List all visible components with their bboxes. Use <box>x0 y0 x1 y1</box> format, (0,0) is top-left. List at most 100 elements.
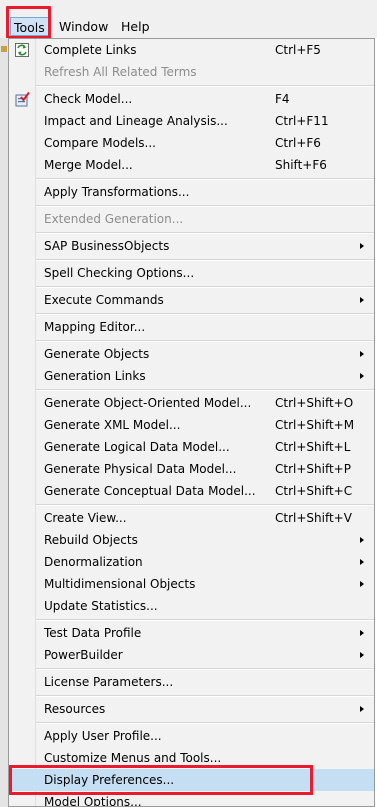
menu-item-denormalization[interactable]: Denormalization <box>9 551 374 573</box>
menu-item-label: Generate Object-Oriented Model... <box>44 396 252 410</box>
menu-item-label: Check Model... <box>44 92 133 106</box>
menu-item-shortcut: Ctrl+Shift+V <box>275 511 352 525</box>
menu-separator <box>36 389 374 391</box>
menu-item-compare-models[interactable]: Compare Models... Ctrl+F6 <box>9 132 374 154</box>
menu-item-label: Apply Transformations... <box>44 185 190 199</box>
menu-item-label: Generate Physical Data Model... <box>44 462 237 476</box>
menu-item-shortcut: Ctrl+Shift+L <box>275 440 351 454</box>
menu-item-generate-objects[interactable]: Generate Objects <box>9 343 374 365</box>
menu-item-sap-businessobjects[interactable]: SAP BusinessObjects <box>9 235 374 257</box>
menu-item-license-parameters[interactable]: License Parameters... <box>9 671 374 693</box>
menu-separator <box>36 668 374 670</box>
menu-item-shortcut: Ctrl+F6 <box>275 136 321 150</box>
menu-item-apply-user-profile[interactable]: Apply User Profile... <box>9 725 374 747</box>
menu-item-label: Mapping Editor... <box>44 320 146 334</box>
menu-help[interactable]: Help <box>118 17 153 36</box>
menu-item-shortcut: Ctrl+Shift+C <box>275 484 353 498</box>
menu-item-generate-xml-model[interactable]: Generate XML Model... Ctrl+Shift+M <box>9 414 374 436</box>
menu-item-mapping-editor[interactable]: Mapping Editor... <box>9 316 374 338</box>
menu-item-shortcut: Ctrl+F11 <box>275 114 329 128</box>
menu-separator <box>36 232 374 234</box>
menu-item-spell-checking-options[interactable]: Spell Checking Options... <box>9 262 374 284</box>
menu-item-label: Compare Models... <box>44 136 156 150</box>
menu-item-label: Create View... <box>44 511 127 525</box>
menu-item-label: Generate XML Model... <box>44 418 181 432</box>
menu-item-multidimensional-objects[interactable]: Multidimensional Objects <box>9 573 374 595</box>
submenu-arrow-icon <box>360 351 364 357</box>
submenu-arrow-icon <box>360 652 364 658</box>
menu-bar: Tools Window Help <box>0 0 377 38</box>
menu-item-label: SAP BusinessObjects <box>44 239 170 253</box>
menu-separator <box>36 340 374 342</box>
menu-separator <box>36 259 374 261</box>
submenu-arrow-icon <box>360 243 364 249</box>
menu-item-create-view[interactable]: Create View... Ctrl+Shift+V <box>9 507 374 529</box>
background-window-edge <box>0 38 8 807</box>
submenu-arrow-icon <box>360 630 364 636</box>
check-model-icon <box>15 91 30 107</box>
menu-item-label: Spell Checking Options... <box>44 266 195 280</box>
menu-item-update-statistics[interactable]: Update Statistics... <box>9 595 374 617</box>
menu-item-label: Impact and Lineage Analysis... <box>44 114 228 128</box>
menu-separator <box>36 722 374 724</box>
menu-item-label: Rebuild Objects <box>44 533 138 547</box>
menu-item-shortcut: F4 <box>275 92 290 106</box>
tools-highlight-box <box>6 6 51 39</box>
menu-item-shortcut: Ctrl+Shift+O <box>275 396 354 410</box>
menu-item-extended-generation: Extended Generation... <box>9 208 374 230</box>
menu-item-label: Apply User Profile... <box>44 729 162 743</box>
menu-separator <box>36 85 374 87</box>
menu-item-label: Test Data Profile <box>44 626 142 640</box>
menu-item-label: Generate Objects <box>44 347 150 361</box>
menu-item-label: Denormalization <box>44 555 143 569</box>
menu-item-powerbuilder[interactable]: PowerBuilder <box>9 644 374 666</box>
menu-separator <box>36 205 374 207</box>
menu-item-refresh-related-terms: Refresh All Related Terms <box>9 61 374 83</box>
menu-item-label: Generate Conceptual Data Model... <box>44 484 256 498</box>
menu-item-shortcut: Ctrl+Shift+P <box>275 462 351 476</box>
menu-item-label: Merge Model... <box>44 158 133 172</box>
submenu-arrow-icon <box>360 706 364 712</box>
complete-links-icon <box>15 43 29 57</box>
menu-item-label: Refresh All Related Terms <box>44 65 197 79</box>
submenu-arrow-icon <box>360 373 364 379</box>
menu-item-merge-model[interactable]: Merge Model... Shift+F6 <box>9 154 374 176</box>
toolbar-fragment-icon <box>1 46 7 52</box>
menu-item-check-model[interactable]: Check Model... F4 <box>9 88 374 110</box>
menu-separator <box>36 313 374 315</box>
menu-item-shortcut: Ctrl+Shift+M <box>275 418 355 432</box>
menu-item-label: Update Statistics... <box>44 599 158 613</box>
menu-item-generation-links[interactable]: Generation Links <box>9 365 374 387</box>
menu-separator <box>36 619 374 621</box>
menu-item-rebuild-objects[interactable]: Rebuild Objects <box>9 529 374 551</box>
menu-item-label: Resources <box>44 702 106 716</box>
menu-item-impact-lineage-analysis[interactable]: Impact and Lineage Analysis... Ctrl+F11 <box>9 110 374 132</box>
submenu-arrow-icon <box>360 537 364 543</box>
menu-item-label: PowerBuilder <box>44 648 123 662</box>
menu-item-complete-links[interactable]: Complete Links Ctrl+F5 <box>9 39 374 61</box>
submenu-arrow-icon <box>360 559 364 565</box>
submenu-arrow-icon <box>360 297 364 303</box>
menu-item-label: Complete Links <box>44 43 137 57</box>
menu-separator <box>36 695 374 697</box>
menu-item-generate-physical-data-model[interactable]: Generate Physical Data Model... Ctrl+Shi… <box>9 458 374 480</box>
menu-item-label: Multidimensional Objects <box>44 577 196 591</box>
menu-window[interactable]: Window <box>56 17 111 36</box>
menu-item-label: Execute Commands <box>44 293 164 307</box>
menu-item-shortcut: Ctrl+F5 <box>275 43 321 57</box>
menu-item-generate-oo-model[interactable]: Generate Object-Oriented Model... Ctrl+S… <box>9 392 374 414</box>
menu-separator <box>36 178 374 180</box>
menu-item-test-data-profile[interactable]: Test Data Profile <box>9 622 374 644</box>
menu-item-execute-commands[interactable]: Execute Commands <box>9 289 374 311</box>
menu-item-label: Generate Logical Data Model... <box>44 440 230 454</box>
display-preferences-highlight-box <box>9 765 313 795</box>
menu-item-generate-conceptual-data-model[interactable]: Generate Conceptual Data Model... Ctrl+S… <box>9 480 374 502</box>
menu-item-label: Generation Links <box>44 369 146 383</box>
submenu-arrow-icon <box>360 581 364 587</box>
menu-item-apply-transformations[interactable]: Apply Transformations... <box>9 181 374 203</box>
menu-item-generate-logical-data-model[interactable]: Generate Logical Data Model... Ctrl+Shif… <box>9 436 374 458</box>
menu-item-label: License Parameters... <box>44 675 174 689</box>
menu-separator <box>36 286 374 288</box>
tools-dropdown-menu: Complete Links Ctrl+F5 Refresh All Relat… <box>8 38 375 807</box>
menu-item-resources[interactable]: Resources <box>9 698 374 720</box>
